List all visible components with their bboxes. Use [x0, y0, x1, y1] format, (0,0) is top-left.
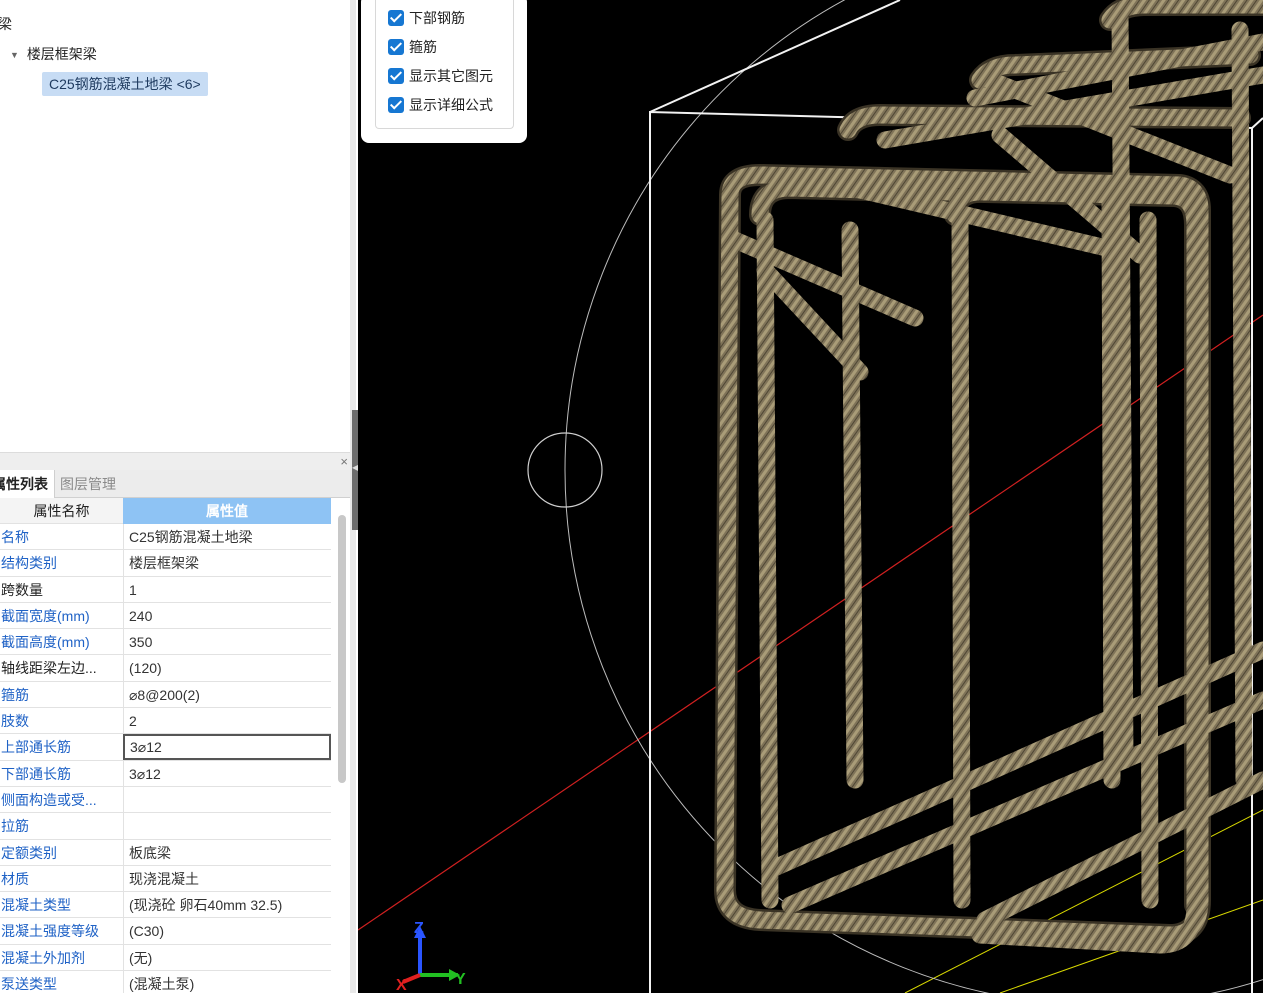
property-value[interactable]: 楼层框架梁: [123, 550, 331, 576]
property-value[interactable]: (混凝土泵): [123, 971, 331, 993]
table-row[interactable]: 材质 现浇混凝土: [0, 865, 331, 893]
column-header-name: 属性名称: [33, 503, 90, 519]
table-row[interactable]: 结构类别 楼层框架梁: [0, 550, 331, 577]
property-value[interactable]: (C30): [123, 918, 331, 944]
app-window: 梁 ▼ 楼层框架梁 C25钢筋混凝土地梁 <6> × 属性列表 图层管理 属性名…: [0, 0, 1263, 993]
property-value[interactable]: ⌀8@200(2): [123, 681, 331, 708]
property-name: 混凝土类型: [1, 897, 71, 914]
property-name: 上部通长筋: [1, 739, 71, 756]
property-value[interactable]: C25钢筋混凝土地梁: [123, 524, 331, 550]
panel-tabs: 属性列表 图层管理: [0, 470, 350, 498]
property-name: 截面宽度(mm): [1, 607, 90, 624]
rebar-cage[interactable]: [714, 0, 1263, 954]
tree-node-beam[interactable]: 梁: [0, 12, 12, 36]
property-name: 肢数: [1, 713, 29, 730]
option-checkbox[interactable]: 显示其它图元: [388, 65, 493, 87]
property-name: 侧面构造或受...: [1, 791, 97, 808]
property-value[interactable]: (无): [123, 944, 331, 971]
component-tree: 梁 ▼ 楼层框架梁 C25钢筋混凝土地梁 <6>: [0, 0, 350, 450]
tree-node-label: 梁: [0, 16, 12, 32]
checkbox-checked-icon[interactable]: [388, 97, 404, 113]
table-row[interactable]: 混凝土类型 (现浇砼 卵石40mm 32.5): [0, 892, 331, 919]
column-header-value: 属性值: [123, 498, 331, 524]
axis-gizmo: Z X Y: [396, 920, 466, 993]
3d-viewport[interactable]: Z X Y: [358, 0, 1263, 993]
property-name: 名称: [1, 529, 29, 545]
table-row[interactable]: 上部通长筋 3⌀12: [0, 734, 331, 761]
tab-layers[interactable]: 图层管理: [54, 470, 122, 498]
collapse-caret-icon[interactable]: ▼: [10, 43, 19, 67]
close-icon[interactable]: ×: [340, 453, 348, 470]
property-value[interactable]: [123, 786, 331, 813]
tree-node-label: C25钢筋混凝土地梁 <6>: [49, 76, 201, 92]
table-row[interactable]: 拉筋: [0, 813, 331, 840]
table-row[interactable]: 肢数 2: [0, 708, 331, 735]
property-name: 下部通长筋: [1, 765, 71, 782]
option-checkbox[interactable]: 显示详细公式: [388, 94, 493, 116]
checkbox-checked-icon[interactable]: [388, 68, 404, 84]
property-name: 混凝土强度等级: [1, 923, 99, 940]
x-axis-label: X: [396, 977, 407, 993]
table-row[interactable]: 泵送类型 (混凝土泵): [0, 971, 331, 993]
property-name: 轴线距梁左边...: [1, 660, 97, 677]
property-name: 箍筋: [1, 686, 29, 703]
table-row[interactable]: 截面宽度(mm) 240: [0, 602, 331, 630]
option-checkbox[interactable]: 下部钢筋: [388, 7, 465, 29]
tree-node-selected-beam[interactable]: C25钢筋混凝土地梁 <6>: [42, 72, 208, 96]
property-name: 结构类别: [1, 555, 57, 572]
option-label: 下部钢筋: [409, 10, 465, 26]
property-name: 混凝土外加剂: [1, 949, 85, 966]
property-value[interactable]: 2: [123, 708, 331, 734]
option-label: 显示其它图元: [409, 68, 493, 84]
dock-title-bar: ×: [0, 452, 350, 470]
table-row[interactable]: 箍筋 ⌀8@200(2): [0, 681, 331, 709]
property-value[interactable]: 240: [123, 602, 331, 629]
property-value[interactable]: 现浇混凝土: [123, 865, 331, 892]
vertical-scrollbar[interactable]: [338, 515, 346, 783]
property-name: 跨数量: [1, 581, 43, 598]
property-value[interactable]: 1: [123, 576, 331, 602]
table-row[interactable]: 轴线距梁左边... (120): [0, 655, 331, 682]
display-options-panel: 下部钢筋箍筋显示其它图元 显示详细公式: [361, 0, 527, 143]
option-label: 箍筋: [409, 39, 437, 55]
tree-node-frame-beam[interactable]: ▼ 楼层框架梁: [10, 42, 97, 66]
property-name: 拉筋: [1, 818, 29, 835]
property-value[interactable]: (现浇砼 卵石40mm 32.5): [123, 892, 331, 918]
z-axis-label: Z: [414, 920, 424, 937]
property-value[interactable]: 板底梁: [123, 839, 331, 865]
property-value[interactable]: 3⌀12: [123, 734, 331, 760]
property-value[interactable]: 350: [123, 629, 331, 655]
table-row[interactable]: 混凝土强度等级 (C30): [0, 918, 331, 945]
property-rows: 名称 C25钢筋混凝土地梁 结构类别 楼层框架梁 跨数量 1 截面宽度(mm) 240 截面高度…: [0, 524, 331, 993]
rebar-3d-scene[interactable]: Z X Y: [358, 0, 1263, 993]
property-name: 泵送类型: [1, 976, 57, 993]
table-row[interactable]: 下部通长筋 3⌀12: [0, 760, 331, 787]
property-name: 定额类别: [1, 844, 57, 861]
tree-node-label: 楼层框架梁: [26, 46, 97, 62]
property-value[interactable]: [123, 813, 331, 839]
table-row[interactable]: 混凝土外加剂 (无): [0, 944, 331, 972]
table-row[interactable]: 跨数量 1: [0, 576, 331, 603]
property-value[interactable]: (120): [123, 655, 331, 681]
property-table: 属性名称 属性值 名称 C25钢筋混凝土地梁 结构类别 楼层框架梁 跨数量 1 截面宽度(m…: [0, 498, 331, 993]
table-row[interactable]: 侧面构造或受...: [0, 786, 331, 814]
y-axis-label: Y: [455, 971, 466, 988]
option-checkbox[interactable]: 箍筋: [388, 36, 437, 58]
options-group: 下部钢筋箍筋显示其它图元 显示详细公式: [375, 0, 514, 129]
checkbox-checked-icon[interactable]: [388, 39, 404, 55]
option-label: 显示详细公式: [409, 97, 493, 113]
property-name: 截面高度(mm): [1, 634, 90, 651]
property-name: 材质: [1, 870, 29, 887]
table-row[interactable]: 名称 C25钢筋混凝土地梁: [0, 524, 331, 551]
checkbox-checked-icon[interactable]: [388, 10, 404, 26]
left-panel: 梁 ▼ 楼层框架梁 C25钢筋混凝土地梁 <6> × 属性列表 图层管理 属性名…: [0, 0, 355, 993]
property-value[interactable]: 3⌀12: [123, 760, 331, 786]
tab-properties[interactable]: 属性列表: [0, 470, 55, 498]
table-row[interactable]: 定额类别 板底梁: [0, 839, 331, 866]
table-row[interactable]: 截面高度(mm) 350: [0, 629, 331, 656]
table-header: 属性名称 属性值: [0, 498, 331, 524]
